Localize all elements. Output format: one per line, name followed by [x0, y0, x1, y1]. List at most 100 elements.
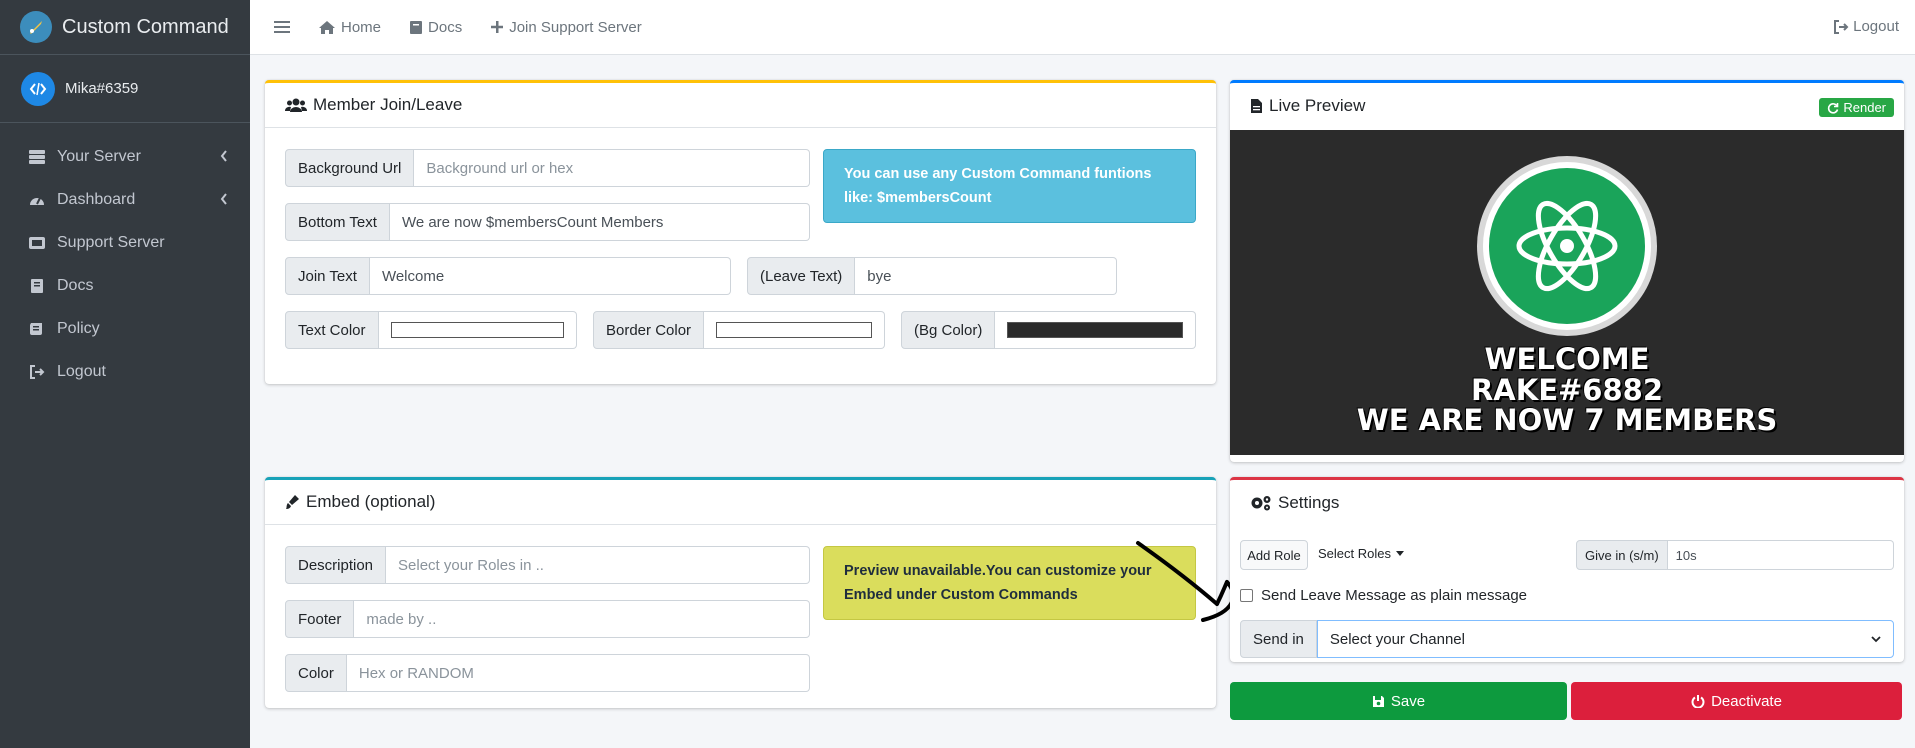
- join-leave-header: Member Join/Leave: [265, 83, 1216, 128]
- send-in-group: Send in Select your Channel: [1240, 620, 1894, 658]
- chevron-left-icon: [220, 149, 228, 167]
- render-button[interactable]: Render: [1819, 98, 1894, 117]
- channel-select[interactable]: Select your Channel: [1316, 620, 1894, 658]
- join-text-group: Join Text Welcome: [285, 257, 731, 295]
- nav-docs-link[interactable]: Docs: [409, 19, 462, 36]
- join-text-label: Join Text: [285, 257, 370, 295]
- sidebar-nav: Your Server Dashboard Support Server Doc…: [0, 123, 250, 393]
- avatar: [21, 71, 55, 106]
- top-logout-link[interactable]: Logout: [1833, 18, 1899, 35]
- bottom-text-input[interactable]: We are now $membersCount Members: [389, 203, 810, 241]
- sidebar-item-logout[interactable]: Logout: [0, 350, 250, 393]
- embed-card: Embed (optional) Description Select your…: [265, 477, 1216, 708]
- sidebar-item-label: Policy: [57, 319, 100, 337]
- sidebar-item-label: Docs: [57, 276, 94, 294]
- atom-avatar-icon: [1477, 156, 1657, 336]
- brand-logo-icon: [20, 11, 52, 43]
- book-icon: [27, 277, 47, 295]
- preview-line-welcome: WELCOME: [1484, 342, 1650, 376]
- nav-docs-label: Docs: [428, 18, 463, 36]
- color-label: Color: [285, 654, 347, 692]
- card-title: Settings: [1278, 492, 1340, 512]
- plain-message-label: Send Leave Message as plain message: [1261, 587, 1528, 604]
- sidebar-item-label: Your Server: [57, 147, 141, 165]
- sidebar-item-label: Support Server: [57, 233, 165, 251]
- live-preview-card: Live Preview Render WELCOME RAKE#6882 WE…: [1230, 80, 1904, 462]
- select-roles-label: Select Roles: [1318, 546, 1391, 561]
- chevron-down-icon: [1871, 635, 1881, 643]
- save-label: Save: [1390, 692, 1426, 710]
- background-url-label: Background Url: [285, 149, 415, 187]
- nav-support-label: Join Support Server: [509, 18, 642, 36]
- sidebar-item-policy[interactable]: Policy: [0, 307, 250, 350]
- border-color-group: Border Color: [593, 311, 885, 349]
- logout-icon: [27, 363, 47, 381]
- gears-icon: [1250, 495, 1272, 511]
- user-panel[interactable]: Mika#6359: [0, 55, 250, 123]
- card-title: Live Preview: [1269, 95, 1366, 115]
- plain-message-checkbox[interactable]: [1240, 589, 1253, 602]
- text-color-swatch: [390, 322, 564, 338]
- background-url-group: Background Url Background url or hex: [285, 149, 810, 187]
- annotation-arrow-icon: [1136, 541, 1236, 622]
- join-text-input[interactable]: Welcome: [369, 257, 731, 295]
- border-color-picker[interactable]: [704, 311, 885, 349]
- text-color-picker[interactable]: [378, 311, 577, 349]
- nav-support-link[interactable]: Join Support Server: [490, 19, 642, 36]
- top-navbar: Home Docs Join Support Server Logout: [250, 0, 1915, 55]
- live-preview-header: Live Preview: [1230, 83, 1904, 128]
- brand-title: Custom Command: [62, 15, 229, 38]
- support-icon: [27, 234, 47, 252]
- paint-icon: [285, 494, 300, 510]
- settings-header: Settings: [1230, 480, 1904, 525]
- nav-home-link[interactable]: Home: [318, 19, 381, 36]
- refresh-icon: [1827, 102, 1839, 114]
- embed-preview-notice-text: Preview unavailable.You can customize yo…: [844, 563, 1152, 603]
- home-icon: [318, 20, 336, 35]
- bg-color-label: (Bg Color): [901, 311, 996, 349]
- text-color-label: Text Color: [285, 311, 379, 349]
- give-in-group: Give in (s/m) 10s: [1576, 540, 1894, 570]
- brand-link[interactable]: Custom Command: [0, 0, 250, 55]
- select-roles-dropdown[interactable]: Select Roles: [1318, 546, 1404, 561]
- bg-color-swatch: [1007, 322, 1183, 338]
- menu-toggle-icon[interactable]: [274, 20, 290, 34]
- chevron-left-icon: [220, 192, 228, 210]
- embed-header: Embed (optional): [265, 480, 1216, 525]
- sidebar-item-support-server[interactable]: Support Server: [0, 221, 250, 264]
- add-role-button[interactable]: Add Role: [1240, 540, 1308, 570]
- deactivate-label: Deactivate: [1711, 692, 1782, 710]
- sidebar-item-docs[interactable]: Docs: [0, 264, 250, 307]
- save-button[interactable]: Save: [1230, 682, 1567, 720]
- preview-image: WELCOME RAKE#6882 WE ARE NOW 7 MEMBERS: [1230, 130, 1904, 455]
- sidebar: Custom Command Mika#6359 Your Server Das…: [0, 0, 250, 748]
- bg-color-group: (Bg Color): [901, 311, 1196, 349]
- save-icon: [1372, 695, 1385, 708]
- sidebar-item-dashboard[interactable]: Dashboard: [0, 178, 250, 221]
- background-url-input[interactable]: Background url or hex: [414, 149, 810, 187]
- sidebar-item-label: Logout: [57, 362, 106, 380]
- settings-card: Settings Add Role Select Roles Give in (…: [1230, 477, 1904, 662]
- nav-home-label: Home: [341, 18, 382, 36]
- preview-line-members: WE ARE NOW 7 MEMBERS: [1356, 403, 1778, 437]
- add-role-label: Add Role: [1247, 547, 1301, 563]
- deactivate-button[interactable]: Deactivate: [1571, 682, 1902, 720]
- scroll-icon: [27, 320, 47, 338]
- description-group: Description Select your Roles in ..: [285, 546, 810, 584]
- footer-group: Footer made by ..: [285, 600, 810, 638]
- border-color-label: Border Color: [593, 311, 705, 349]
- render-label: Render: [1843, 100, 1886, 115]
- give-in-input[interactable]: 10s: [1667, 540, 1894, 570]
- logout-icon: [1833, 19, 1849, 34]
- channel-select-value: Select your Channel: [1329, 630, 1465, 648]
- leave-text-input[interactable]: bye: [855, 257, 1117, 295]
- footer-input[interactable]: made by ..: [354, 600, 810, 638]
- bg-color-picker[interactable]: [995, 311, 1196, 349]
- color-input[interactable]: Hex or RANDOM: [346, 654, 810, 692]
- description-input[interactable]: Select your Roles in ..: [386, 546, 810, 584]
- functions-info-callout: You can use any Custom Command funtions …: [823, 149, 1196, 223]
- join-leave-card: Member Join/Leave Background Url Backgro…: [265, 80, 1216, 384]
- sidebar-item-your-server[interactable]: Your Server: [0, 135, 250, 178]
- power-icon: [1691, 694, 1705, 708]
- bottom-text-group: Bottom Text We are now $membersCount Mem…: [285, 203, 810, 241]
